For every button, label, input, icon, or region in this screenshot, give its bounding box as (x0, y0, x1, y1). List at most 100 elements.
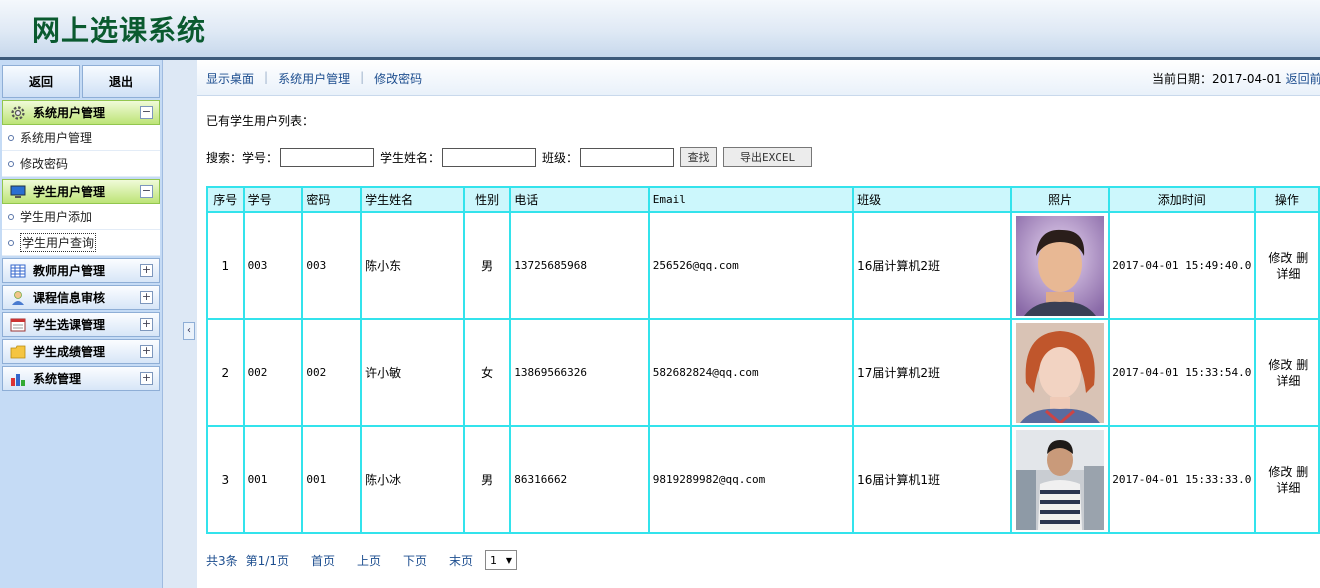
sidebar: 返回 退出 系统用户管理 − 系统用户管理 修改密码 学生用户管理 − 学生用户… (0, 60, 163, 588)
detail-link[interactable]: 详细 (1276, 267, 1300, 281)
logout-button[interactable]: 退出 (82, 65, 160, 98)
sidebar-section-label: 课程信息审核 (33, 291, 106, 305)
sidebar-item-system-users[interactable]: 系统用户管理 (2, 125, 160, 151)
sidebar-section-label: 学生选课管理 (33, 318, 106, 332)
class-label: 班级： (542, 150, 579, 165)
nav-link-system-users[interactable]: 系统用户管理 (278, 70, 350, 87)
page-select[interactable]: 1 ▼ (485, 550, 518, 570)
student-photo-avatar[interactable] (1016, 429, 1105, 530)
sidebar-item-add-student[interactable]: 学生用户添加 (2, 204, 160, 230)
collapse-sidebar-chevron-left-icon[interactable]: ‹ (183, 322, 195, 340)
cell-sex: 男 (463, 211, 512, 320)
nav-link-desktop[interactable]: 显示桌面 (206, 70, 254, 87)
grid-icon (9, 263, 27, 279)
row-actions: 修改 删 详细 (1259, 357, 1317, 389)
cell-id: 002 (242, 318, 304, 427)
student-name-input[interactable] (442, 147, 537, 167)
expand-toggle-icon[interactable]: + (140, 264, 153, 277)
sidebar-section-header[interactable]: 学生用户管理 − (2, 179, 160, 204)
delete-link[interactable]: 删 (1296, 251, 1308, 265)
first-page-link[interactable]: 首页 (311, 552, 335, 569)
sidebar-section-student-users: 学生用户管理 − 学生用户添加 学生用户查询 (2, 179, 160, 256)
collapse-toggle-icon[interactable]: − (140, 185, 153, 198)
col-header-class: 班级 (852, 186, 1013, 213)
bullet-icon (8, 160, 14, 167)
delete-link[interactable]: 删 (1296, 465, 1308, 479)
prev-page-link[interactable]: 上页 (357, 552, 381, 569)
next-page-link[interactable]: 下页 (403, 552, 427, 569)
bullet-icon (8, 213, 14, 220)
table-row: 1 003 003 陈小东 男 13725685968 256526@qq.co… (206, 211, 1320, 320)
sidebar-items: 系统用户管理 修改密码 (2, 125, 160, 177)
expand-toggle-icon[interactable]: + (140, 372, 153, 385)
sidebar-item-label: 学生用户添加 (20, 210, 93, 224)
sidebar-section-system: 系统管理 + (2, 366, 160, 391)
sidebar-item-label: 系统用户管理 (20, 131, 93, 145)
cell-sex: 男 (463, 425, 512, 534)
expand-toggle-icon[interactable]: + (140, 345, 153, 358)
sidebar-section-course-review: 课程信息审核 + (2, 285, 160, 310)
class-input[interactable] (580, 147, 675, 167)
edit-link[interactable]: 修改 (1268, 251, 1292, 265)
sidebar-item-query-student[interactable]: 学生用户查询 (2, 230, 160, 256)
calendar-icon (9, 317, 27, 333)
cell-email: 9819289982@qq.com (647, 425, 855, 534)
col-header-no: 序号 (206, 186, 245, 213)
col-header-password: 密码 (301, 186, 363, 213)
sidebar-section-header[interactable]: 学生选课管理 + (2, 312, 160, 337)
student-photo-avatar[interactable] (1016, 215, 1105, 316)
sidebar-section-label: 学生用户管理 (33, 185, 106, 199)
delete-link[interactable]: 删 (1296, 358, 1308, 372)
student-table: 序号 学号 密码 学生姓名 性别 电话 Email 班级 照片 添加时间 操作 … (206, 186, 1320, 534)
sidebar-section-course-selection: 学生选课管理 + (2, 312, 160, 337)
cell-no: 3 (206, 425, 245, 534)
folder-icon (9, 344, 27, 360)
cell-class: 16届计算机1班 (852, 425, 1013, 534)
collapse-toggle-icon[interactable]: − (140, 106, 153, 119)
last-page-link[interactable]: 末页 (449, 552, 473, 569)
sidebar-item-change-password[interactable]: 修改密码 (2, 151, 160, 177)
sidebar-section-label: 系统管理 (33, 372, 82, 386)
cell-password: 001 (301, 425, 363, 534)
go-back-link[interactable]: 返回前一 (1286, 72, 1320, 86)
expand-toggle-icon[interactable]: + (140, 318, 153, 331)
col-header-photo: 照片 (1010, 186, 1110, 213)
bullet-icon (8, 134, 14, 141)
col-header-name: 学生姓名 (360, 186, 466, 213)
sidebar-section-header[interactable]: 系统用户管理 − (2, 100, 160, 125)
edit-link[interactable]: 修改 (1268, 358, 1292, 372)
chevron-down-icon: ▼ (505, 555, 513, 565)
col-header-id: 学号 (242, 186, 304, 213)
nav-link-change-password[interactable]: 修改密码 (374, 70, 422, 87)
sidebar-item-label: 学生用户查询 (20, 233, 97, 252)
cell-photo (1010, 211, 1110, 320)
sidebar-section-header[interactable]: 学生成绩管理 + (2, 339, 160, 364)
sidebar-section-label: 学生成绩管理 (33, 345, 106, 359)
back-button[interactable]: 返回 (2, 65, 80, 98)
cell-name: 陈小冰 (360, 425, 466, 534)
cell-ops: 修改 删 详细 (1253, 318, 1320, 427)
sidebar-section-teacher-users: 教师用户管理 + (2, 258, 160, 283)
table-row: 3 001 001 陈小冰 男 86316662 9819289982@qq.c… (206, 425, 1320, 534)
table-header-row: 序号 学号 密码 学生姓名 性别 电话 Email 班级 照片 添加时间 操作 (206, 186, 1320, 213)
cell-name: 许小敏 (360, 318, 466, 427)
student-photo-avatar[interactable] (1016, 322, 1105, 423)
expand-toggle-icon[interactable]: + (140, 291, 153, 304)
student-id-input[interactable] (280, 147, 375, 167)
nav-separator: | (360, 70, 365, 84)
edit-link[interactable]: 修改 (1268, 465, 1292, 479)
detail-link[interactable]: 详细 (1276, 374, 1300, 388)
sidebar-section-header[interactable]: 系统管理 + (2, 366, 160, 391)
pagination: 共3条 第1/1页 首页 上页 下页 末页 1 ▼ (206, 550, 518, 570)
bullet-icon (8, 239, 14, 246)
app-header: 网上选课系统 (0, 0, 1320, 60)
find-button[interactable]: 查找 (680, 147, 718, 167)
main-content: 显示桌面 | 系统用户管理 | 修改密码 当前日期：2017-04-01 返回前… (197, 60, 1320, 588)
sidebar-section-system-users: 系统用户管理 − 系统用户管理 修改密码 (2, 100, 160, 177)
detail-link[interactable]: 详细 (1276, 481, 1300, 495)
sidebar-section-header[interactable]: 教师用户管理 + (2, 258, 160, 283)
sidebar-section-header[interactable]: 课程信息审核 + (2, 285, 160, 310)
export-excel-button[interactable]: 导出EXCEL (723, 147, 813, 167)
cell-name: 陈小东 (360, 211, 466, 320)
cell-no: 1 (206, 211, 245, 320)
